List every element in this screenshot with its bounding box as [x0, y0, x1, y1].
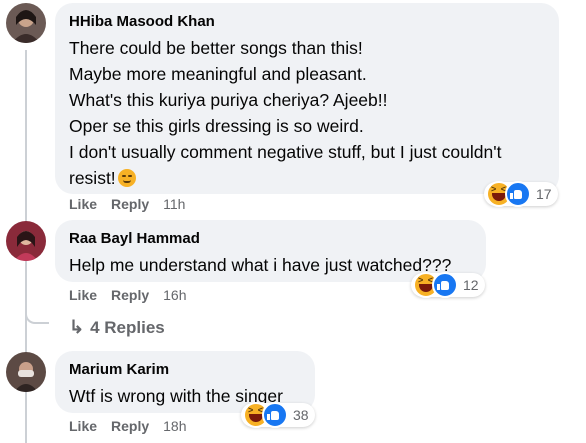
reaction-count: 17	[536, 186, 552, 202]
avatar[interactable]	[6, 3, 46, 43]
comment-author[interactable]: HHiba Masood Khan	[69, 13, 545, 31]
reaction-summary[interactable]: 12	[411, 272, 485, 298]
view-replies-button[interactable]: ↳ 4 Replies	[69, 317, 165, 338]
like-icon	[505, 181, 531, 207]
like-button[interactable]: Like	[69, 287, 97, 303]
comment-actions: Like Reply 11h	[69, 196, 199, 212]
like-icon	[432, 272, 458, 298]
like-button[interactable]: Like	[69, 418, 97, 434]
comment-bubble: HHiba Masood Khan There could be better …	[55, 3, 559, 194]
like-button[interactable]: Like	[69, 196, 97, 212]
comment-text-line: Help me understand what i have just watc…	[69, 255, 452, 275]
comment-author[interactable]: Raa Bayl Hammad	[69, 230, 472, 248]
reaction-count: 12	[463, 277, 479, 293]
replies-label: 4 Replies	[90, 318, 165, 337]
reply-arrow-icon: ↳	[69, 317, 85, 337]
timestamp[interactable]: 18h	[163, 418, 186, 434]
comment-author[interactable]: Marium Karim	[69, 361, 301, 379]
comment-text-line: Maybe more meaningful and pleasant.	[69, 64, 367, 84]
timestamp[interactable]: 11h	[163, 196, 185, 212]
reply-button[interactable]: Reply	[111, 287, 149, 303]
avatar[interactable]	[6, 221, 46, 261]
like-icon	[262, 402, 288, 428]
reply-thread-connector	[25, 270, 49, 324]
comment-text-line: There could be better songs than this!	[69, 38, 363, 58]
comment-actions: Like Reply 16h	[69, 287, 201, 303]
reply-button[interactable]: Reply	[111, 196, 149, 212]
reaction-summary[interactable]: 17	[484, 181, 558, 207]
comment-text-line: What's this kuriya puriya cheriya? Ajeeb…	[69, 90, 388, 110]
comment-text-line: I don't usually comment negative stuff, …	[69, 142, 502, 162]
comment-text-line: resist!	[69, 165, 545, 191]
avatar[interactable]	[6, 352, 46, 392]
reply-button[interactable]: Reply	[111, 418, 149, 434]
comment-actions: Like Reply 18h	[69, 418, 201, 434]
reaction-count: 38	[293, 407, 309, 423]
timestamp[interactable]: 16h	[163, 287, 186, 303]
comment-text-line: Oper se this girls dressing is so weird.	[69, 116, 364, 136]
reaction-summary[interactable]: 38	[241, 402, 315, 428]
comment-text-segment: resist!	[69, 168, 116, 188]
smirk-emoji-icon	[117, 169, 136, 187]
